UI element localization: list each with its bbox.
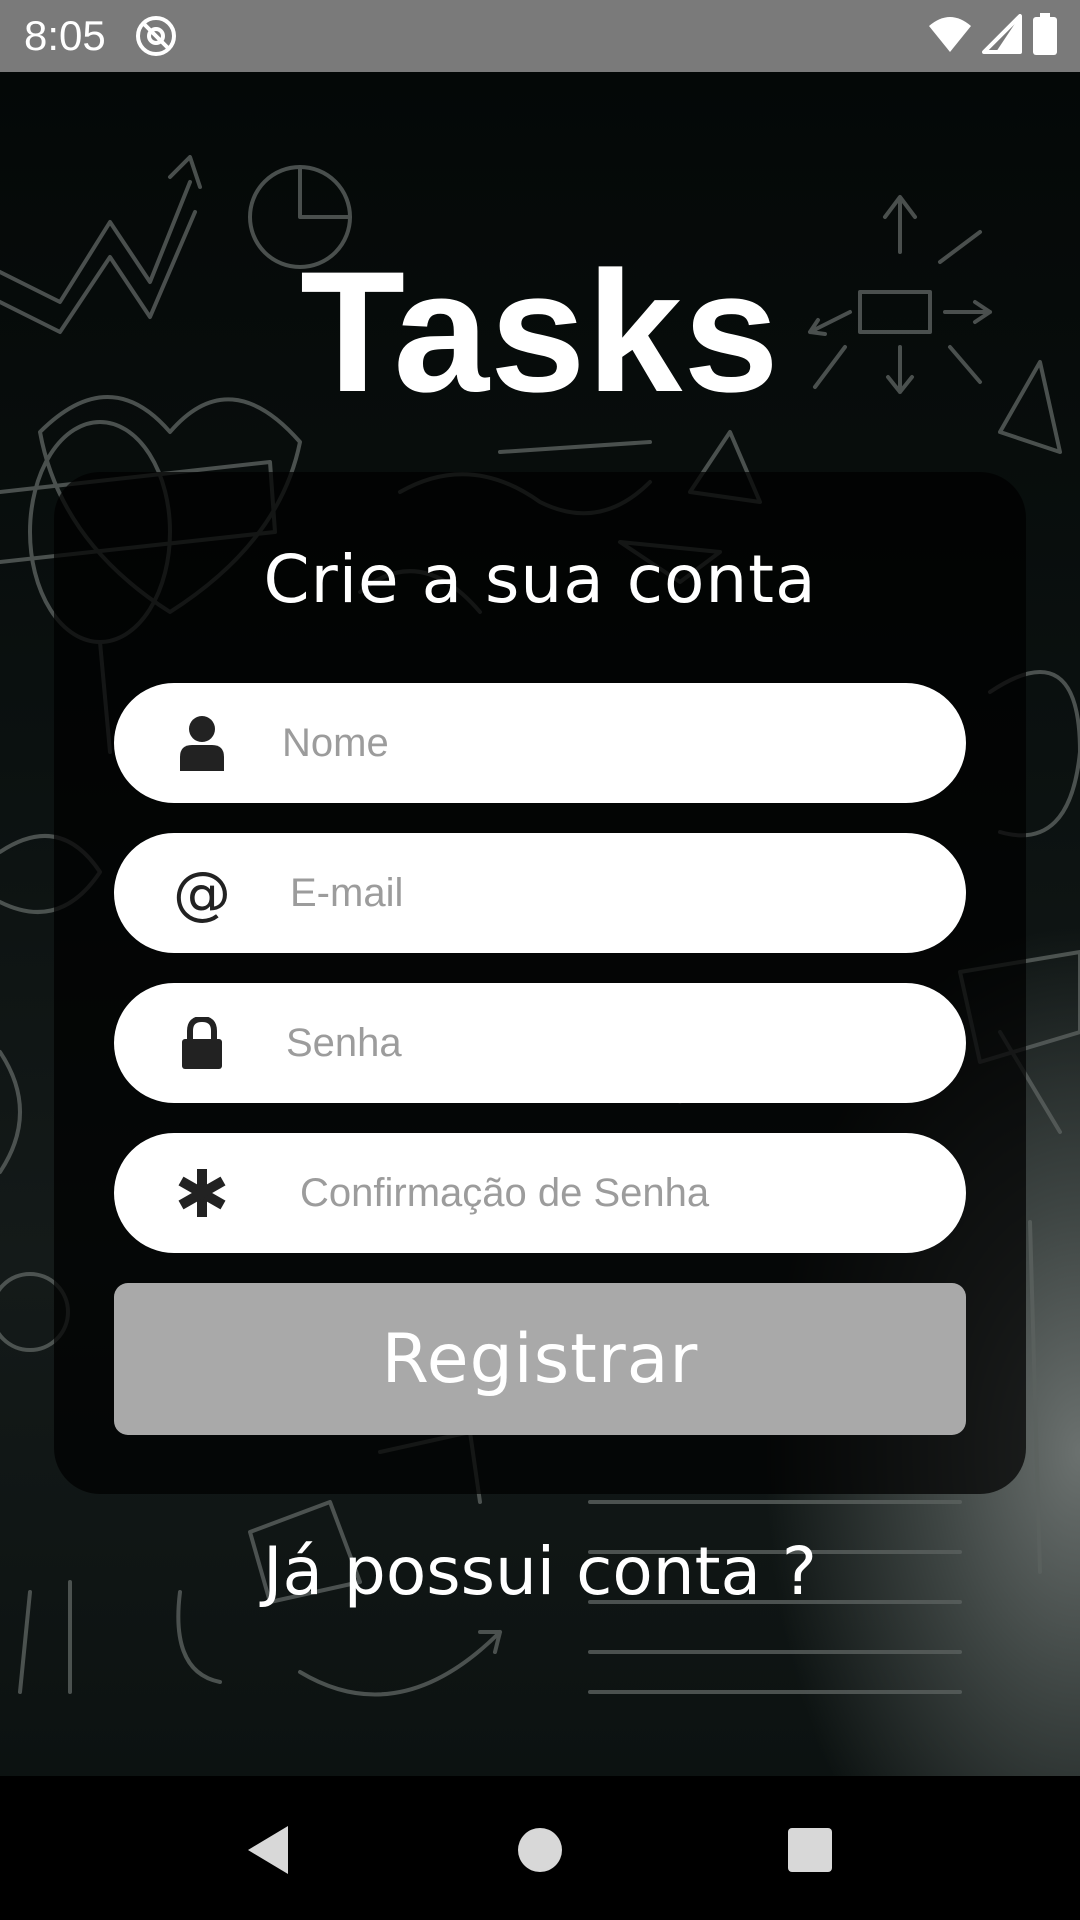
recents-icon[interactable]: [770, 1810, 850, 1890]
asterisk-icon: [170, 1161, 234, 1225]
confirm-password-field[interactable]: [114, 1133, 966, 1253]
sync-at-icon: [134, 14, 178, 58]
email-input[interactable]: [290, 853, 930, 933]
wifi-icon: [928, 14, 972, 59]
name-field[interactable]: [114, 683, 966, 803]
login-link[interactable]: Já possui conta ?: [0, 1530, 1080, 1614]
person-icon: [170, 711, 234, 775]
confirm-password-input[interactable]: [300, 1153, 940, 1233]
status-bar: 8:05: [0, 0, 1080, 72]
register-button[interactable]: Registrar: [114, 1283, 966, 1435]
password-field[interactable]: [114, 983, 966, 1103]
back-icon[interactable]: [228, 1810, 308, 1890]
status-icons: [928, 12, 1058, 60]
home-icon[interactable]: [500, 1810, 580, 1890]
name-input[interactable]: [282, 703, 922, 783]
screen: 8:05 Tasks Crie a sua conta Nome @ E-mai…: [0, 0, 1080, 1920]
at-icon: @: [173, 859, 231, 927]
app-title: Tasks: [300, 236, 780, 428]
email-field[interactable]: @: [114, 833, 966, 953]
cell-signal-icon: [982, 13, 1022, 59]
form-title: Crie a sua conta: [263, 541, 817, 618]
battery-icon: [1032, 12, 1058, 60]
navigation-bar: [0, 1776, 1080, 1920]
lock-icon: [170, 1011, 234, 1075]
password-input[interactable]: [286, 1003, 926, 1083]
status-time: 8:05: [24, 12, 106, 59]
